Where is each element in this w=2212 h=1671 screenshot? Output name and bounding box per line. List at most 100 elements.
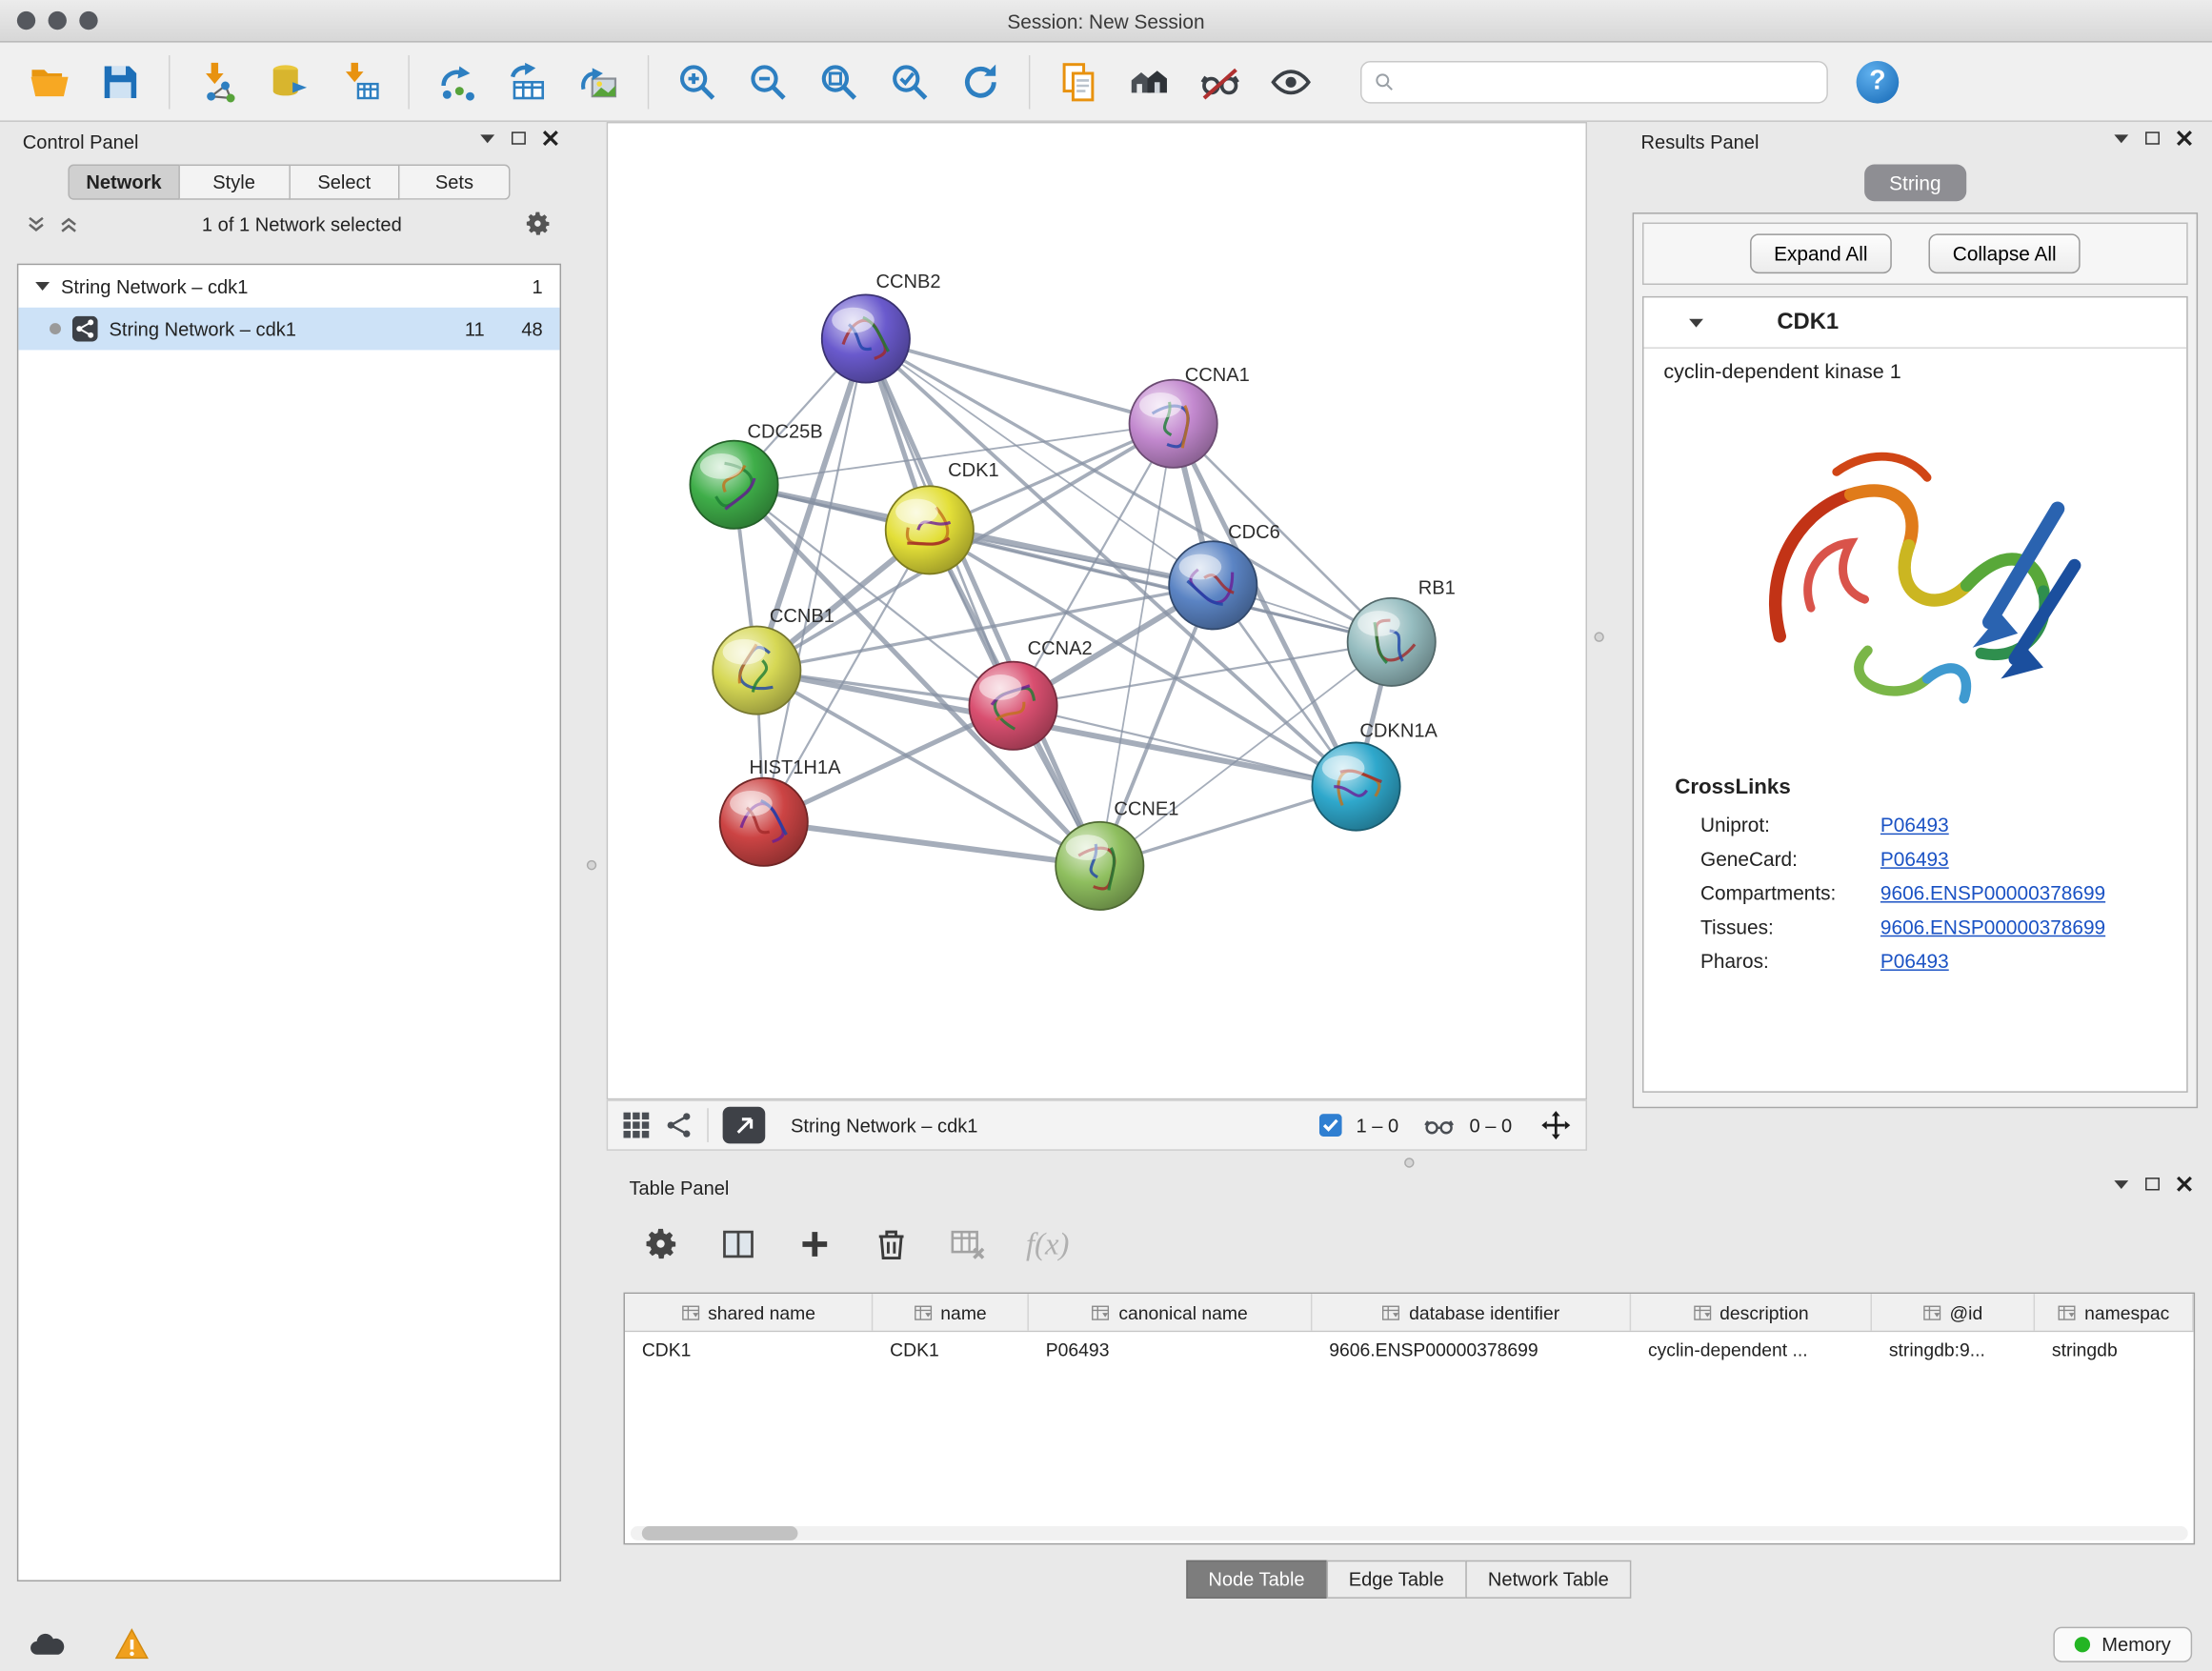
zoom-fit-button[interactable]	[806, 50, 871, 112]
panel-float-icon[interactable]	[2145, 1178, 2160, 1190]
import-table-button[interactable]	[328, 50, 392, 112]
column-header-name[interactable]: name	[873, 1294, 1029, 1331]
network-canvas[interactable]: CCNB2CCNA1CDC25BCDK1CDC6RB1CCNB1CCNA2CDK…	[608, 123, 1585, 1097]
panel-close-icon[interactable]	[2177, 1177, 2192, 1192]
column-header-description[interactable]: description	[1631, 1294, 1872, 1331]
selected-checkbox-icon[interactable]	[1319, 1114, 1342, 1137]
node-CCNB2[interactable]: CCNB2	[822, 272, 941, 383]
gene-card-caret-icon[interactable]	[1689, 318, 1703, 327]
cell-database-identifier[interactable]: 9606.ENSP00000378699	[1312, 1332, 1631, 1369]
tab-select[interactable]: Select	[290, 165, 400, 200]
network-row-selected[interactable]: String Network – cdk1 11 48	[18, 308, 559, 351]
results-tab-string[interactable]: String	[1863, 165, 1966, 202]
window-minimize-button[interactable]	[49, 11, 67, 30]
panel-float-icon[interactable]	[2145, 131, 2160, 144]
column-header-id[interactable]: @id	[1872, 1294, 2035, 1331]
window-close-button[interactable]	[17, 11, 35, 30]
zoom-in-button[interactable]	[665, 50, 730, 112]
zoom-selected-icon	[889, 60, 932, 103]
panel-float-menu-icon[interactable]	[2114, 134, 2128, 143]
import-network-button[interactable]	[186, 50, 251, 112]
collection-caret-icon[interactable]	[35, 282, 50, 291]
horizontal-scrollbar[interactable]	[631, 1526, 2188, 1540]
panel-float-menu-icon[interactable]	[2114, 1179, 2128, 1188]
import-network-database-button[interactable]	[256, 50, 321, 112]
add-column-icon[interactable]	[796, 1226, 834, 1263]
network-options-gear-icon[interactable]	[524, 210, 553, 238]
cell-canonical-name[interactable]: P06493	[1029, 1332, 1313, 1369]
horizontal-splitter-handle[interactable]	[1404, 1158, 1414, 1167]
right-splitter-handle[interactable]	[1594, 632, 1603, 641]
panel-close-icon[interactable]	[543, 131, 558, 146]
tab-style[interactable]: Style	[180, 165, 291, 200]
zoom-out-button[interactable]	[735, 50, 800, 112]
column-header-shared-name[interactable]: shared name	[625, 1294, 873, 1331]
search-input[interactable]	[1404, 70, 1815, 91]
collapse-all-button[interactable]: Collapse All	[1928, 233, 2080, 273]
scrollbar-thumb[interactable]	[642, 1526, 798, 1540]
expand-all-networks-icon[interactable]	[26, 213, 47, 234]
copy-document-button[interactable]	[1046, 50, 1111, 112]
hide-selected-button[interactable]	[1188, 50, 1253, 112]
edge-CCNB2-HIST1H1A[interactable]	[764, 339, 866, 822]
table-row[interactable]: CDK1 CDK1 P06493 9606.ENSP00000378699 cy…	[625, 1332, 2194, 1369]
network-collection-row[interactable]: String Network – cdk1 1	[18, 265, 559, 308]
tab-network[interactable]: Network	[68, 165, 179, 200]
collapse-all-networks-icon[interactable]	[58, 213, 79, 234]
cell-namespace[interactable]: stringdb	[2035, 1332, 2194, 1369]
network-share-icon[interactable]	[665, 1111, 694, 1139]
select-columns-icon[interactable]	[720, 1226, 757, 1263]
gene-card-header[interactable]: CDK1	[1644, 297, 2187, 349]
node-CDC6[interactable]: CDC6	[1169, 522, 1280, 629]
tab-sets[interactable]: Sets	[400, 165, 511, 200]
tab-node-table[interactable]: Node Table	[1186, 1560, 1328, 1599]
crosslink-link[interactable]: P06493	[1880, 950, 1949, 973]
save-session-button[interactable]	[88, 50, 152, 112]
node-CDK1[interactable]: CDK1	[886, 460, 999, 574]
cell-name[interactable]: CDK1	[873, 1332, 1029, 1369]
column-header-canonical-name[interactable]: canonical name	[1029, 1294, 1313, 1331]
expand-all-button[interactable]: Expand All	[1750, 233, 1892, 273]
edge-CCNA2-CDKN1A[interactable]	[1014, 706, 1357, 787]
pan-crosshair-icon[interactable]	[1540, 1110, 1572, 1141]
window-zoom-button[interactable]	[79, 11, 97, 30]
table-settings-gear-icon[interactable]	[643, 1226, 680, 1263]
refresh-view-button[interactable]	[948, 50, 1013, 112]
show-all-button[interactable]	[1258, 50, 1323, 112]
column-header-database-identifier[interactable]: database identifier	[1312, 1294, 1631, 1331]
node-RB1[interactable]: RB1	[1348, 577, 1456, 686]
birdseye-view-button[interactable]	[723, 1107, 766, 1144]
grid-view-icon[interactable]	[622, 1111, 651, 1139]
image-annotation-button[interactable]	[567, 50, 632, 112]
network-from-selection-button[interactable]	[425, 50, 490, 112]
node-CCNA1[interactable]: CCNA1	[1130, 365, 1250, 468]
crosslink-link[interactable]: 9606.ENSP00000378699	[1880, 916, 2105, 938]
delete-column-trash-icon[interactable]	[873, 1226, 910, 1263]
help-button[interactable]: ?	[1857, 60, 1900, 103]
houses-button[interactable]	[1116, 50, 1181, 112]
edge-HIST1H1A-CCNE1[interactable]	[764, 822, 1100, 866]
zoom-selected-button[interactable]	[877, 50, 942, 112]
panel-float-icon[interactable]	[512, 131, 526, 144]
table-from-network-button[interactable]	[496, 50, 561, 112]
crosslink-link[interactable]: P06493	[1880, 848, 1949, 871]
left-splitter-handle[interactable]	[587, 860, 596, 870]
tab-network-table[interactable]: Network Table	[1465, 1560, 1631, 1599]
cell-shared-name[interactable]: CDK1	[625, 1332, 873, 1369]
tab-edge-table[interactable]: Edge Table	[1326, 1560, 1467, 1599]
crosslink-link[interactable]: P06493	[1880, 814, 1949, 836]
cell-description[interactable]: cyclin-dependent ...	[1631, 1332, 1872, 1369]
crosslink-link[interactable]: 9606.ENSP00000378699	[1880, 881, 2105, 904]
panel-float-menu-icon[interactable]	[480, 134, 494, 143]
open-session-button[interactable]	[17, 50, 82, 112]
panel-close-icon[interactable]	[2177, 131, 2192, 146]
memory-button[interactable]: Memory	[2054, 1626, 2192, 1661]
node-label-CDC25B: CDC25B	[747, 422, 822, 443]
cell-id[interactable]: stringdb:9...	[1872, 1332, 2035, 1369]
column-header-namespace[interactable]: namespac	[2035, 1294, 2194, 1331]
cloud-status-button[interactable]	[20, 1624, 74, 1664]
edge-CCNB2-CCNE1[interactable]	[866, 339, 1099, 866]
warnings-button[interactable]	[105, 1624, 159, 1664]
node-HIST1H1A[interactable]: HIST1H1A	[720, 757, 841, 866]
edge-CDC6-CCNE1[interactable]	[1099, 585, 1213, 866]
